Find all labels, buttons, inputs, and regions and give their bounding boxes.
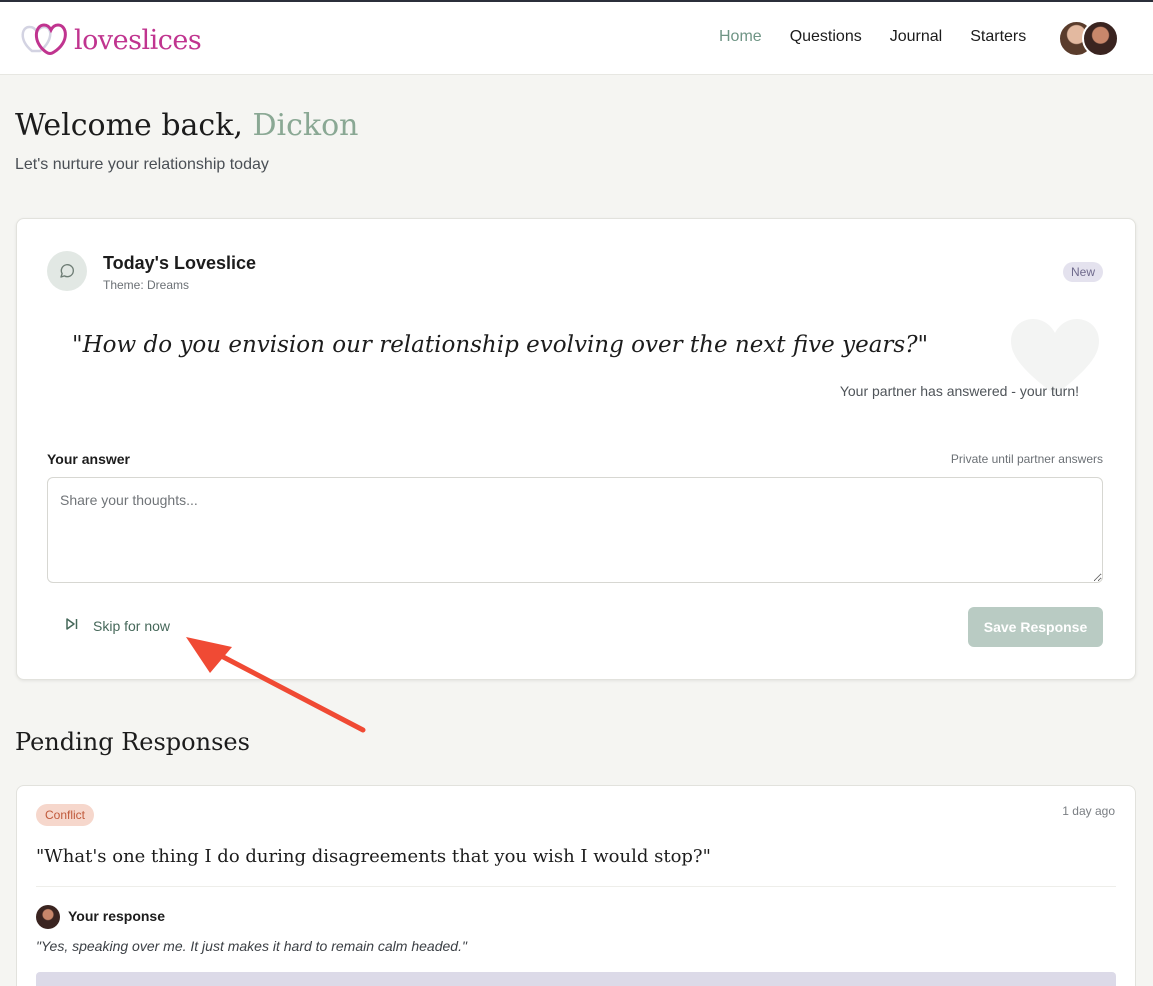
answer-textarea[interactable]: [47, 477, 1103, 583]
answer-label: Your answer: [47, 451, 130, 467]
skip-button[interactable]: Skip for now: [65, 617, 170, 634]
pending-responses-heading: Pending Responses: [15, 728, 250, 756]
user-avatar[interactable]: [1082, 20, 1119, 57]
nav-link-home[interactable]: Home: [719, 28, 762, 46]
skip-label: Skip for now: [93, 617, 171, 634]
page-title: Welcome back, Dickon: [15, 108, 359, 143]
avatar: [36, 905, 60, 929]
response-text: "Yes, speaking over me. It just makes it…: [36, 938, 467, 954]
welcome-subtitle: Let's nurture your relationship today: [15, 156, 269, 173]
top-navbar: loveslices Home Questions Journal Starte…: [0, 2, 1153, 75]
card-theme: Theme: Dreams: [103, 278, 190, 292]
timestamp: 1 day ago: [1062, 804, 1115, 818]
brand-logo[interactable]: loveslices: [20, 20, 202, 61]
todays-loveslice-card: Today's Loveslice Theme: Dreams New "How…: [16, 218, 1136, 680]
nav-link-questions[interactable]: Questions: [790, 28, 862, 46]
card-title: Today's Loveslice: [103, 253, 257, 273]
divider: [36, 886, 1116, 887]
partner-response-placeholder: [36, 972, 1116, 986]
chat-bubble-icon: [47, 251, 87, 291]
couple-avatars[interactable]: [1058, 20, 1120, 58]
brand-name: loveslices: [74, 25, 202, 56]
daily-question: "How do you envision our relationship ev…: [72, 332, 929, 358]
category-tag: Conflict: [36, 804, 95, 826]
welcome-greeting: Welcome back,: [15, 108, 253, 143]
response-label: Your response: [68, 908, 165, 924]
pending-response-card[interactable]: Conflict 1 day ago "What's one thing I d…: [16, 785, 1136, 986]
main-nav: Home Questions Journal Starters: [719, 28, 1054, 46]
nav-link-journal[interactable]: Journal: [890, 28, 942, 46]
privacy-note: Private until partner answers: [950, 452, 1103, 466]
welcome-user-name: Dickon: [252, 108, 359, 143]
nav-link-starters[interactable]: Starters: [970, 28, 1026, 46]
new-badge: New: [1062, 262, 1103, 282]
pending-question: "What's one thing I do during disagreeme…: [36, 846, 711, 867]
partner-answered-note: Your partner has answered - your turn!: [839, 383, 1079, 399]
heart-logo-icon: [20, 20, 68, 61]
save-response-button[interactable]: Save Response: [968, 607, 1103, 647]
skip-forward-icon: [65, 617, 79, 634]
